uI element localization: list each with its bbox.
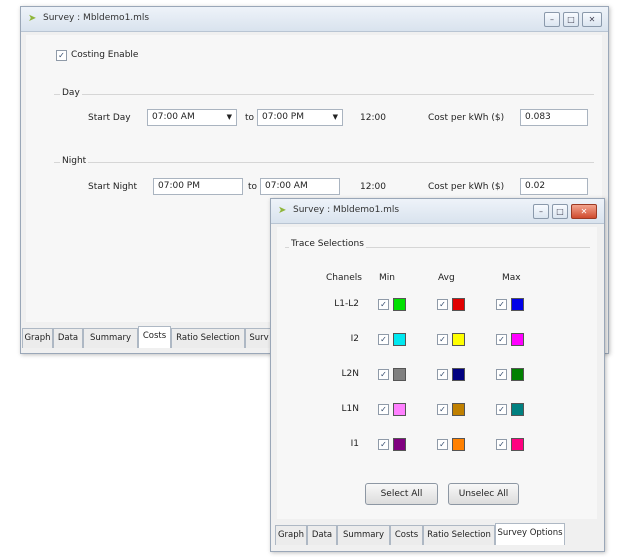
header-avg: Avg (438, 273, 455, 283)
night-duration: 12:00 (360, 182, 386, 192)
avg-trace-checkbox[interactable]: ✓ (437, 369, 448, 380)
tab-data[interactable]: Data (53, 328, 83, 348)
start-night-label: Start Night (88, 182, 138, 192)
max-color-swatch[interactable] (511, 298, 524, 311)
avg-trace-checkbox[interactable]: ✓ (437, 334, 448, 345)
end-night-input[interactable]: 07:00 AM (260, 178, 340, 195)
max-trace-checkbox[interactable]: ✓ (496, 369, 507, 380)
night-cost-input[interactable]: 0.02 (520, 178, 588, 195)
avg-color-swatch[interactable] (452, 438, 465, 451)
min-color-swatch[interactable] (393, 368, 406, 381)
unselect-all-button[interactable]: Unselec All (448, 483, 519, 505)
min-color-swatch[interactable] (393, 298, 406, 311)
start-day-select[interactable]: 07:00 AM ▼ (147, 109, 237, 126)
options-window: ➤ Survey : Mbldemo1.mls – □ ✕ Trace Sele… (270, 198, 605, 552)
tab-survey-options[interactable]: Surv (245, 328, 273, 348)
minimize-icon[interactable]: – (533, 204, 549, 219)
minimize-icon[interactable]: – (544, 12, 560, 27)
min-trace-checkbox[interactable]: ✓ (378, 439, 389, 450)
min-trace-checkbox[interactable]: ✓ (378, 299, 389, 310)
min-trace-checkbox[interactable]: ✓ (378, 369, 389, 380)
close-icon[interactable]: ✕ (582, 12, 602, 27)
avg-trace-checkbox[interactable]: ✓ (437, 439, 448, 450)
channel-label: I2 (350, 334, 359, 344)
day-duration: 12:00 (360, 113, 386, 123)
app-icon: ➤ (28, 13, 37, 24)
tab-summary[interactable]: Summary (337, 525, 390, 545)
day-cost-label: Cost per kWh ($) (428, 113, 505, 123)
trace-panel: Trace Selections Chanels Min Avg Max L1-… (277, 227, 597, 519)
options-titlebar[interactable]: ➤ Survey : Mbldemo1.mls – □ ✕ (271, 199, 604, 224)
tab-graph[interactable]: Graph (275, 525, 307, 545)
day-group-label: Day (60, 88, 82, 98)
start-day-value: 07:00 AM (152, 112, 195, 122)
header-channels: Chanels (326, 273, 362, 283)
tab-costs[interactable]: Costs (390, 525, 423, 545)
maximize-icon[interactable]: □ (563, 12, 579, 27)
end-day-value: 07:00 PM (262, 112, 304, 122)
tab-graph[interactable]: Graph (22, 328, 53, 348)
max-color-swatch[interactable] (511, 333, 524, 346)
trace-selections-label: Trace Selections (289, 239, 366, 249)
min-trace-checkbox[interactable]: ✓ (378, 404, 389, 415)
min-color-swatch[interactable] (393, 403, 406, 416)
tab-ratio-selection[interactable]: Ratio Selection (423, 525, 495, 545)
max-trace-checkbox[interactable]: ✓ (496, 334, 507, 345)
start-night-input[interactable]: 07:00 PM (153, 178, 243, 195)
min-color-swatch[interactable] (393, 438, 406, 451)
day-to-label: to (245, 113, 255, 123)
start-day-label: Start Day (88, 113, 131, 123)
main-titlebar[interactable]: ➤ Survey : Mbldemo1.mls – □ ✕ (21, 7, 608, 32)
header-min: Min (379, 273, 395, 283)
tab-survey-options[interactable]: Survey Options (495, 523, 565, 545)
min-color-swatch[interactable] (393, 333, 406, 346)
night-to-label: to (248, 182, 258, 192)
avg-trace-checkbox[interactable]: ✓ (437, 299, 448, 310)
day-cost-input[interactable]: 0.083 (520, 109, 588, 126)
night-group-label: Night (60, 156, 89, 166)
maximize-icon[interactable]: □ (552, 204, 568, 219)
app-icon: ➤ (278, 205, 287, 216)
max-color-swatch[interactable] (511, 368, 524, 381)
select-all-button[interactable]: Select All (365, 483, 438, 505)
chevron-down-icon: ▼ (332, 113, 338, 121)
options-window-title: Survey : Mbldemo1.mls (293, 205, 400, 215)
min-trace-checkbox[interactable]: ✓ (378, 334, 389, 345)
max-color-swatch[interactable] (511, 438, 524, 451)
header-max: Max (502, 273, 521, 283)
tab-ratio-selection[interactable]: Ratio Selection (171, 328, 245, 348)
close-icon[interactable]: ✕ (571, 204, 597, 219)
costing-enable-label: Costing Enable (71, 50, 139, 60)
avg-color-swatch[interactable] (452, 403, 465, 416)
avg-color-swatch[interactable] (452, 333, 465, 346)
end-day-select[interactable]: 07:00 PM ▼ (257, 109, 343, 126)
channel-label: L1N (341, 404, 359, 414)
chevron-down-icon: ▼ (226, 113, 232, 121)
channel-label: L1-L2 (334, 299, 359, 309)
max-color-swatch[interactable] (511, 403, 524, 416)
avg-color-swatch[interactable] (452, 368, 465, 381)
costing-enable-checkbox[interactable]: ✓ (56, 50, 67, 61)
avg-color-swatch[interactable] (452, 298, 465, 311)
channel-label: L2N (341, 369, 359, 379)
max-trace-checkbox[interactable]: ✓ (496, 299, 507, 310)
tab-summary[interactable]: Summary (83, 328, 138, 348)
channel-label: I1 (350, 439, 359, 449)
avg-trace-checkbox[interactable]: ✓ (437, 404, 448, 415)
tab-data[interactable]: Data (307, 525, 337, 545)
max-trace-checkbox[interactable]: ✓ (496, 404, 507, 415)
max-trace-checkbox[interactable]: ✓ (496, 439, 507, 450)
main-window-title: Survey : Mbldemo1.mls (43, 13, 150, 23)
tab-costs[interactable]: Costs (138, 326, 171, 348)
night-cost-label: Cost per kWh ($) (428, 182, 505, 192)
